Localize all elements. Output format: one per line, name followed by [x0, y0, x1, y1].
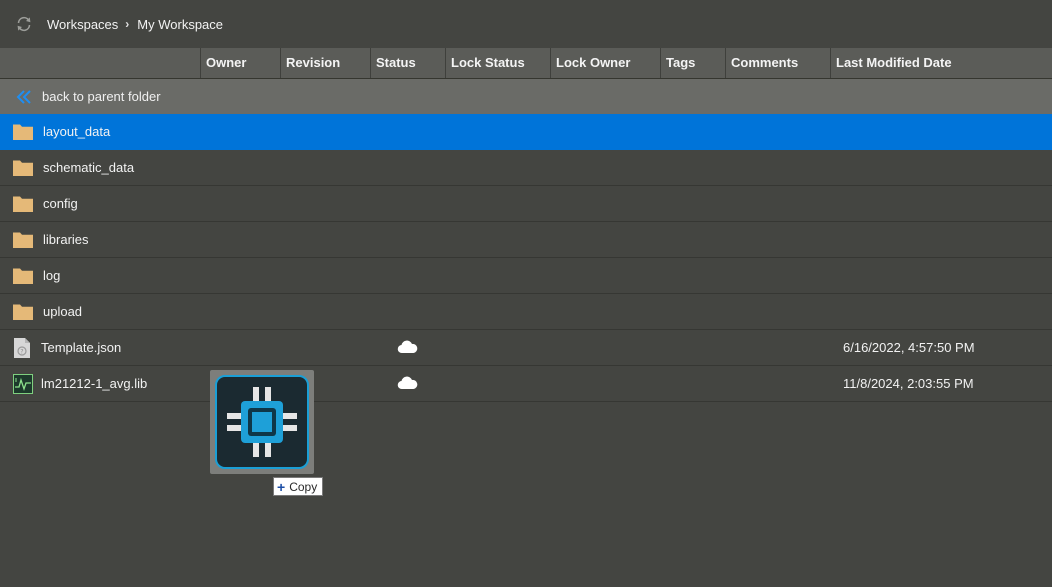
list-item[interactable]: ? Template.json 6/16/2022, 4:57:50 PM: [0, 330, 1052, 366]
copy-tooltip: + Copy: [273, 477, 324, 496]
cloud-icon: [397, 376, 418, 395]
item-name: upload: [43, 304, 83, 319]
unknown-file-icon: ?: [13, 337, 35, 358]
column-lock-owner[interactable]: Lock Owner: [550, 48, 660, 78]
list-item[interactable]: upload: [0, 294, 1052, 330]
item-name: schematic_data: [43, 160, 135, 175]
list-item[interactable]: lm21212-1_avg.lib 11/8/2024, 2:03:55 PM: [0, 366, 1052, 402]
file-list: layout_data schematic_data config librar…: [0, 114, 1052, 402]
list-item[interactable]: log: [0, 258, 1052, 294]
item-name: lm21212-1_avg.lib: [41, 376, 148, 391]
folder-icon: [12, 302, 34, 322]
column-status[interactable]: Status: [370, 48, 445, 78]
column-header: Owner Revision Status Lock Status Lock O…: [0, 48, 1052, 79]
list-item[interactable]: schematic_data: [0, 150, 1052, 186]
item-name: libraries: [43, 232, 89, 247]
svg-text:?: ?: [20, 349, 23, 356]
folder-icon: [12, 158, 34, 178]
breadcrumb: Workspaces › My Workspace: [47, 17, 223, 32]
folder-icon: [12, 194, 34, 214]
drag-ghost: [210, 370, 314, 474]
column-comments[interactable]: Comments: [725, 48, 830, 78]
column-lock-status[interactable]: Lock Status: [445, 48, 550, 78]
library-file-icon: [13, 374, 35, 394]
copy-tooltip-label: Copy: [289, 479, 318, 494]
back-to-parent-label: back to parent folder: [42, 89, 161, 104]
folder-icon: [12, 122, 34, 142]
item-name: log: [43, 268, 61, 283]
list-item[interactable]: config: [0, 186, 1052, 222]
top-bar: Workspaces › My Workspace: [0, 0, 1052, 49]
folder-icon: [12, 266, 34, 286]
cloud-icon: [397, 340, 418, 359]
column-owner[interactable]: Owner: [200, 48, 280, 78]
back-to-parent-row[interactable]: back to parent folder: [0, 79, 1052, 115]
refresh-icon[interactable]: [14, 14, 34, 34]
item-name: layout_data: [43, 124, 111, 139]
column-tags[interactable]: Tags: [660, 48, 725, 78]
chevron-right-icon: ›: [125, 17, 130, 31]
item-last-modified: 6/16/2022, 4:57:50 PM: [843, 340, 975, 355]
column-name[interactable]: [0, 48, 200, 78]
item-name: config: [43, 196, 78, 211]
folder-icon: [12, 230, 34, 250]
item-last-modified: 11/8/2024, 2:03:55 PM: [843, 376, 974, 391]
list-item[interactable]: layout_data: [0, 114, 1052, 150]
double-chevron-left-icon: [16, 89, 32, 104]
list-item[interactable]: libraries: [0, 222, 1052, 258]
column-last-modified[interactable]: Last Modified Date: [830, 48, 1052, 78]
item-name: Template.json: [41, 340, 122, 355]
chip-icon: [215, 375, 309, 469]
breadcrumb-workspaces[interactable]: Workspaces: [47, 17, 118, 32]
column-revision[interactable]: Revision: [280, 48, 370, 78]
plus-icon: +: [277, 478, 286, 495]
breadcrumb-current: My Workspace: [137, 16, 224, 32]
